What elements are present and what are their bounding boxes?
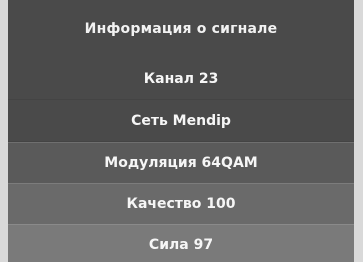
signal-row-channel: Канал 23 <box>8 58 354 99</box>
signal-row-network: Сеть Mendip <box>8 100 354 141</box>
panel-title: Информация о сигнале <box>84 21 278 37</box>
signal-row-label: Сеть Mendip <box>131 112 231 129</box>
signal-info-list: Канал 23 Сеть Mendip Модуляция 64QAM Кач… <box>8 58 354 262</box>
row-separator <box>8 99 354 100</box>
signal-info-panel: Информация о сигнале Канал 23 Сеть Mendi… <box>8 0 354 262</box>
signal-row-label: Канал 23 <box>143 70 219 87</box>
signal-row-label: Сила 97 <box>148 237 214 253</box>
row-separator <box>8 141 354 142</box>
screen: Информация о сигнале Канал 23 Сеть Mendi… <box>0 0 363 262</box>
signal-row-quality: Качество 100 <box>8 183 354 224</box>
signal-row-modulation: Модуляция 64QAM <box>8 142 354 183</box>
signal-row-label: Модуляция 64QAM <box>104 155 258 171</box>
signal-row-strength: Сила 97 <box>8 224 354 262</box>
signal-row-label: Качество 100 <box>126 196 236 212</box>
